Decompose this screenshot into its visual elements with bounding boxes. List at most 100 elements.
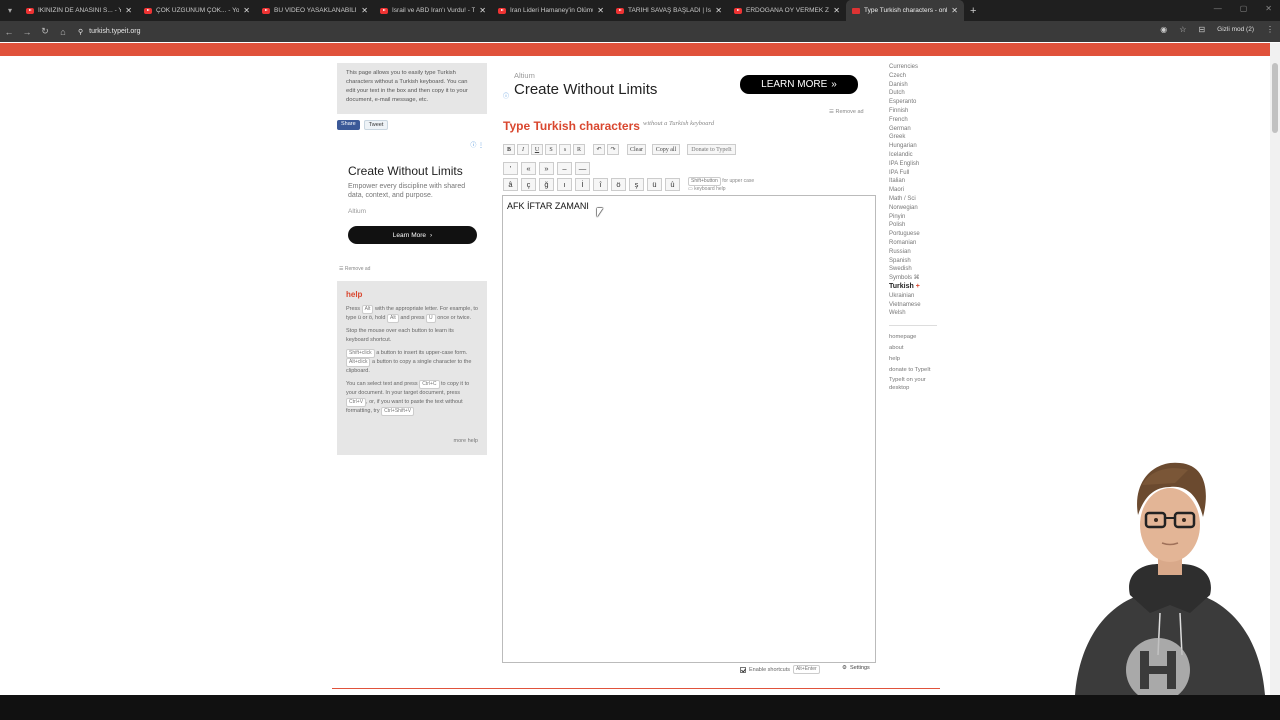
- char-button[interactable]: û: [665, 178, 680, 191]
- language-link[interactable]: IPA English: [889, 160, 921, 169]
- language-link[interactable]: Danish: [889, 81, 921, 90]
- back-icon[interactable]: ←: [0, 27, 18, 37]
- char-button[interactable]: ı: [557, 178, 572, 191]
- browser-tab[interactable]: İKİNİZİN DE ANASINI S... - YouT...✕: [20, 0, 138, 21]
- language-link[interactable]: Portuguese: [889, 230, 921, 239]
- close-tab-icon[interactable]: ✕: [715, 6, 722, 15]
- subscript-button[interactable]: s: [559, 144, 571, 155]
- char-button[interactable]: —: [575, 162, 590, 175]
- undo-button[interactable]: ↶: [593, 144, 605, 155]
- text-editor[interactable]: AFK İFTAR ZAMANI: [502, 195, 876, 663]
- about-link[interactable]: about: [889, 343, 937, 354]
- char-button[interactable]: ': [503, 162, 518, 175]
- char-button[interactable]: İ: [575, 178, 590, 191]
- browser-tab[interactable]: BU VİDEO YASAKLANABİLİR. (B...✕: [256, 0, 374, 21]
- language-link[interactable]: Romanian: [889, 239, 921, 248]
- language-link[interactable]: Vietnamese: [889, 301, 921, 310]
- language-link[interactable]: Italian: [889, 177, 921, 186]
- maximize-icon[interactable]: ▢: [1240, 4, 1248, 13]
- char-button[interactable]: ğ: [539, 178, 554, 191]
- language-link[interactable]: Greek: [889, 133, 921, 142]
- ad-learn-more-button[interactable]: LEARN MORE»: [740, 75, 858, 94]
- menu-icon[interactable]: ⋮: [1266, 25, 1274, 34]
- char-button[interactable]: ş: [629, 178, 644, 191]
- language-link[interactable]: Symbols ⌘: [889, 274, 921, 283]
- language-link[interactable]: Swedish: [889, 265, 921, 274]
- bookmark-star-icon[interactable]: ☆: [1179, 25, 1186, 34]
- language-link[interactable]: Welsh: [889, 309, 921, 318]
- bold-button[interactable]: B: [503, 144, 515, 155]
- desktop-link[interactable]: TypeIt on your desktop: [889, 376, 937, 392]
- language-link[interactable]: Icelandic: [889, 151, 921, 160]
- close-tab-icon[interactable]: ✕: [951, 6, 958, 15]
- language-link[interactable]: Spanish: [889, 257, 921, 266]
- language-link[interactable]: Polish: [889, 221, 921, 230]
- language-link[interactable]: Czech: [889, 72, 921, 81]
- browser-tab[interactable]: ERDOĞANA OY VERMEK ZORU...✕: [728, 0, 846, 21]
- char-button[interactable]: ö: [611, 178, 626, 191]
- settings-button[interactable]: ⚙ Settings: [842, 665, 870, 671]
- language-link[interactable]: Currencies: [889, 63, 921, 72]
- donate-button[interactable]: Donate to TypeIt: [687, 144, 736, 155]
- browser-tab-active[interactable]: Type Turkish characters - onlin...✕: [846, 0, 964, 21]
- language-link[interactable]: IPA Full: [889, 169, 921, 178]
- language-link[interactable]: Maori: [889, 186, 921, 195]
- twitter-tweet-button[interactable]: Tweet: [363, 120, 389, 130]
- donate-link[interactable]: donate to TypeIt: [889, 365, 937, 376]
- minimize-icon[interactable]: —: [1214, 4, 1222, 13]
- facebook-share-button[interactable]: Share: [337, 120, 360, 130]
- remove-ad-link[interactable]: ☰ Remove ad: [829, 109, 864, 115]
- underline-button[interactable]: U: [531, 144, 543, 155]
- ad-learn-more-button[interactable]: Learn More ›: [348, 226, 477, 244]
- close-tab-icon[interactable]: ✕: [243, 6, 250, 15]
- close-tab-icon[interactable]: ✕: [361, 6, 368, 15]
- page-scrollbar[interactable]: [1270, 43, 1280, 695]
- close-tab-icon[interactable]: ✕: [479, 6, 486, 15]
- language-link[interactable]: Ukrainian: [889, 292, 921, 301]
- url-field[interactable]: ⚲ turkish.typeit.org: [78, 28, 141, 36]
- browser-tab[interactable]: TARİHİ SAVAŞ BAŞLADI | İsrail ✕: [610, 0, 728, 21]
- italic-button[interactable]: I: [517, 144, 529, 155]
- new-tab-icon[interactable]: +: [970, 5, 976, 17]
- remove-format-button[interactable]: R: [573, 144, 585, 155]
- help-link[interactable]: help: [889, 354, 937, 365]
- extensions-icon[interactable]: ⊟: [1198, 25, 1205, 34]
- char-button[interactable]: â: [503, 178, 518, 191]
- browser-tab[interactable]: İsrail ve ABD İran'ı Vurdu! - Tüm...✕: [374, 0, 492, 21]
- char-button[interactable]: ç: [521, 178, 536, 191]
- language-link[interactable]: Norwegian: [889, 204, 921, 213]
- tab-search-icon[interactable]: ▾: [0, 0, 20, 21]
- char-button[interactable]: «: [521, 162, 536, 175]
- close-tab-icon[interactable]: ✕: [125, 6, 132, 15]
- incognito-badge[interactable]: Gizli mod (2): [1217, 26, 1254, 33]
- site-info-icon[interactable]: ⚲: [78, 28, 83, 36]
- home-icon[interactable]: ⌂: [54, 27, 72, 37]
- keyboard-help-link[interactable]: ▭ keyboard help: [688, 186, 754, 193]
- redo-button[interactable]: ↷: [607, 144, 619, 155]
- close-tab-icon[interactable]: ✕: [597, 6, 604, 15]
- char-button[interactable]: ü: [647, 178, 662, 191]
- language-link[interactable]: Hungarian: [889, 142, 921, 151]
- language-link[interactable]: Dutch: [889, 89, 921, 98]
- language-link[interactable]: Pinyin: [889, 213, 921, 222]
- language-link[interactable]: Russian: [889, 248, 921, 257]
- close-tab-icon[interactable]: ✕: [833, 6, 840, 15]
- sidebar-ad[interactable]: ⓘ ⋮ Create Without Limits Empower every …: [337, 137, 488, 264]
- browser-tab[interactable]: İran Lideri Hamaney'in Ölümü ✕: [492, 0, 610, 21]
- copy-all-button[interactable]: Copy all: [652, 144, 680, 155]
- clear-button[interactable]: Clear: [627, 144, 646, 155]
- homepage-link[interactable]: homepage: [889, 332, 937, 343]
- close-window-icon[interactable]: ✕: [1265, 4, 1272, 13]
- tracking-protection-icon[interactable]: ◉: [1160, 25, 1167, 34]
- reload-icon[interactable]: ↻: [36, 26, 54, 37]
- more-help-link[interactable]: more help: [454, 437, 478, 446]
- char-button[interactable]: î: [593, 178, 608, 191]
- language-link[interactable]: Esperanto: [889, 98, 921, 107]
- superscript-button[interactable]: S: [545, 144, 557, 155]
- browser-tab[interactable]: ÇOK ÜZGÜNÜM ÇOK... - YouTu...✕: [138, 0, 256, 21]
- ad-info-icon[interactable]: ⓘ: [503, 91, 509, 100]
- scrollbar-thumb[interactable]: [1272, 63, 1278, 133]
- language-link[interactable]: Finnish: [889, 107, 921, 116]
- char-button[interactable]: –: [557, 162, 572, 175]
- enable-shortcuts-toggle[interactable]: Enable shortcuts Alt+Enter: [740, 665, 820, 674]
